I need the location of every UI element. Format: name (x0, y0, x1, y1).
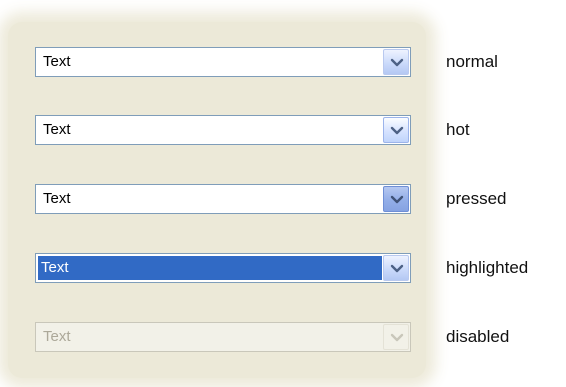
combo-text: Text (43, 190, 71, 207)
combo-box-highlighted[interactable]: Text (35, 253, 411, 283)
dropdown-button[interactable] (383, 186, 409, 212)
combo-text: Text (43, 53, 71, 70)
combo-text: Text (43, 121, 71, 138)
chevron-down-icon (390, 58, 404, 67)
dropdown-button (383, 324, 409, 350)
combo-text: Text (43, 328, 71, 345)
state-label: highlighted (446, 258, 529, 277)
combo-row-disabled: Text disabled (0, 322, 566, 352)
chevron-down-icon (390, 126, 404, 135)
chevron-down-icon (390, 333, 404, 342)
state-label: pressed (446, 189, 507, 208)
combo-box-disabled: Text (35, 322, 411, 352)
dropdown-button[interactable] (383, 117, 409, 143)
combobox-states-sample: Text normal Text hot Text pressed Text h… (0, 0, 566, 387)
dropdown-button[interactable] (383, 255, 409, 281)
combo-row-pressed: Text pressed (0, 184, 566, 214)
dropdown-button[interactable] (383, 49, 409, 75)
state-label: normal (446, 52, 498, 71)
chevron-down-icon (390, 264, 404, 273)
combo-box-pressed[interactable]: Text (35, 184, 411, 214)
combo-text: Text (38, 256, 382, 280)
state-label: hot (446, 120, 470, 139)
state-label: disabled (446, 327, 510, 346)
combo-box-hot[interactable]: Text (35, 115, 411, 145)
chevron-down-icon (390, 195, 404, 204)
combo-row-hot: Text hot (0, 115, 566, 145)
combo-row-highlighted: Text highlighted (0, 253, 566, 283)
combo-row-normal: Text normal (0, 47, 566, 77)
combo-box-normal[interactable]: Text (35, 47, 411, 77)
